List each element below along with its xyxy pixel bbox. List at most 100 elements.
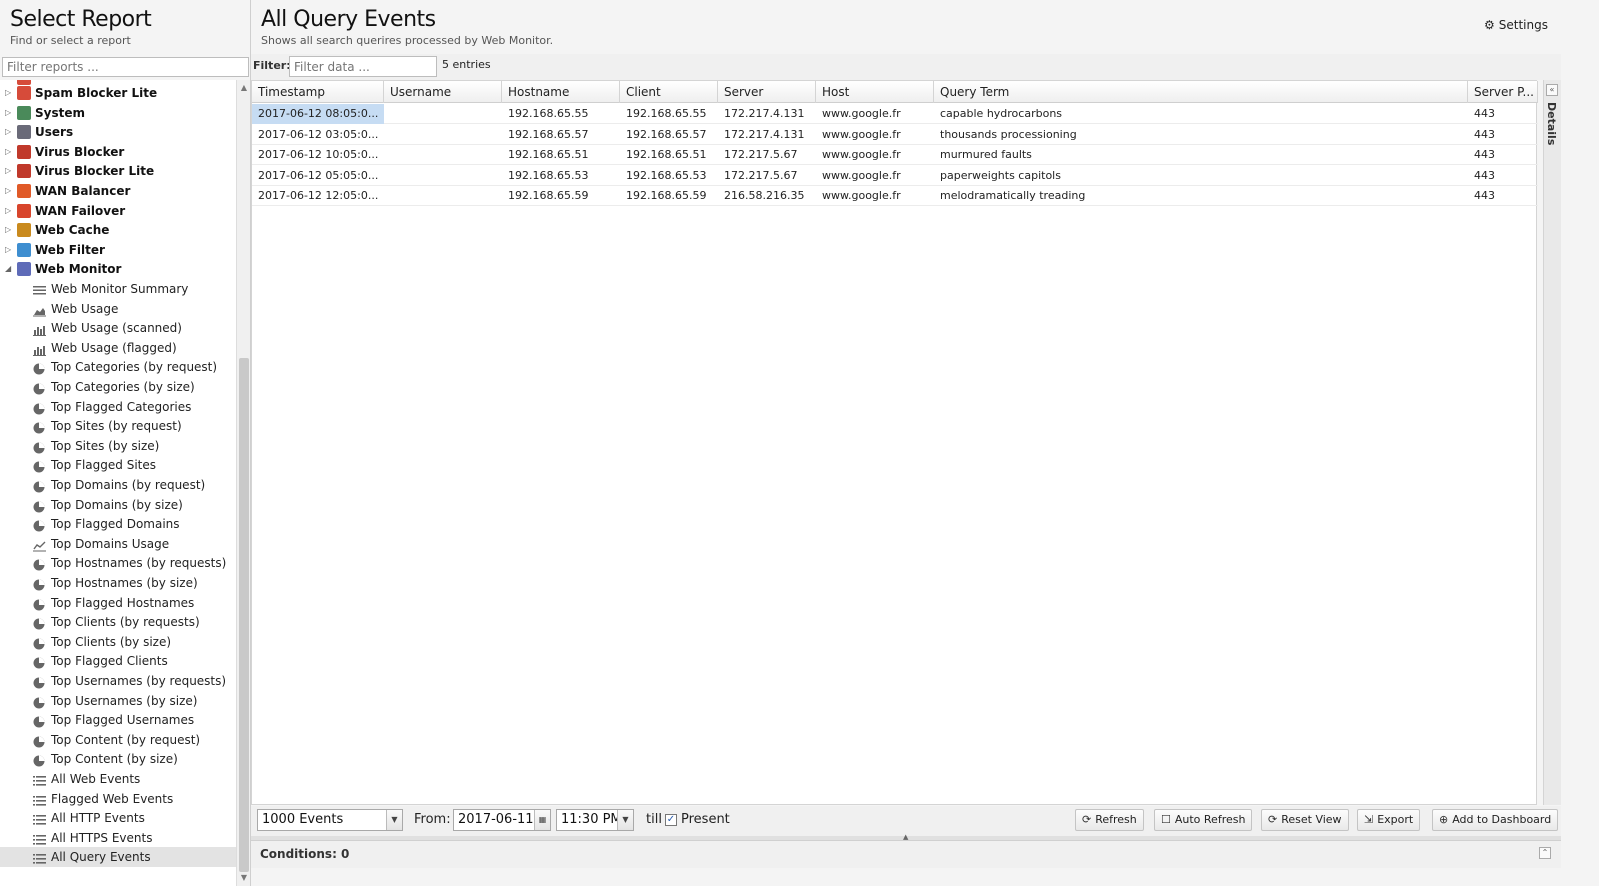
tree-report-item[interactable]: Top Clients (by requests) xyxy=(0,612,236,632)
table-cell[interactable] xyxy=(384,166,502,186)
tree-report-item[interactable]: Web Usage (flagged) xyxy=(0,338,236,358)
tree-report-item[interactable]: Top Hostnames (by size) xyxy=(0,573,236,593)
tree-report-item[interactable]: Top Content (by size) xyxy=(0,749,236,769)
caret-right-icon[interactable]: ▷ xyxy=(5,181,15,201)
column-header[interactable]: Timestamp xyxy=(252,81,384,103)
table-cell[interactable]: 443 xyxy=(1468,125,1538,145)
tree-app-node[interactable]: ▷ WAN Failover xyxy=(0,201,236,221)
column-header[interactable]: Host xyxy=(816,81,934,103)
tree-app-node[interactable]: ▷ WAN Balancer xyxy=(0,181,236,201)
tree-report-item[interactable]: Top Categories (by size) xyxy=(0,377,236,397)
details-panel-collapsed[interactable]: « Details xyxy=(1543,80,1561,805)
tree-report-item[interactable]: Top Hostnames (by requests) xyxy=(0,553,236,573)
table-cell[interactable] xyxy=(384,104,502,124)
tree-app-node[interactable]: ◢ Web Monitor xyxy=(0,259,236,279)
report-filter-input[interactable] xyxy=(2,57,249,77)
column-header[interactable]: Hostname xyxy=(502,81,620,103)
table-cell[interactable]: 192.168.65.57 xyxy=(502,125,620,145)
table-cell[interactable]: thousands processioning xyxy=(934,125,1468,145)
tree-report-item[interactable]: Top Flagged Usernames xyxy=(0,710,236,730)
table-cell[interactable]: 172.217.5.67 xyxy=(718,145,816,165)
table-cell[interactable]: melodramatically treading xyxy=(934,186,1468,206)
caret-right-icon[interactable]: ▷ xyxy=(5,161,15,181)
tree-report-item[interactable]: Top Flagged Categories xyxy=(0,397,236,417)
column-header[interactable]: Server xyxy=(718,81,816,103)
table-cell[interactable]: 192.168.65.55 xyxy=(620,104,718,124)
caret-right-icon[interactable]: ▷ xyxy=(5,240,15,260)
report-tree-scrollbar[interactable]: ▲ ▼ xyxy=(236,80,250,886)
caret-right-icon[interactable]: ▷ xyxy=(5,83,15,103)
caret-down-icon[interactable]: ◢ xyxy=(5,259,15,279)
expand-conditions-icon[interactable]: ⌃ xyxy=(1539,847,1551,859)
tree-report-item[interactable]: Top Domains (by size) xyxy=(0,495,236,515)
auto-refresh-button[interactable]: ☐ Auto Refresh xyxy=(1154,809,1253,831)
tree-report-item[interactable]: All Web Events xyxy=(0,769,236,789)
event-limit-select[interactable]: 1000 Events ▼ xyxy=(257,809,403,831)
caret-right-icon[interactable]: ▷ xyxy=(5,103,15,123)
table-row[interactable]: 2017-06-12 03:05:0... 192.168.65.57 192.16… xyxy=(252,125,1538,145)
column-header[interactable]: Username xyxy=(384,81,502,103)
table-cell[interactable]: 192.168.65.51 xyxy=(620,145,718,165)
table-cell[interactable]: 443 xyxy=(1468,104,1538,124)
table-cell[interactable]: 192.168.65.57 xyxy=(620,125,718,145)
tree-report-item[interactable]: Top Sites (by size) xyxy=(0,436,236,456)
reset-view-button[interactable]: ⟳ Reset View xyxy=(1261,809,1349,831)
tree-app-node[interactable]: ▷ Virus Blocker xyxy=(0,142,236,162)
tree-report-item[interactable]: Top Flagged Sites xyxy=(0,455,236,475)
table-cell[interactable]: www.google.fr xyxy=(816,145,934,165)
table-cell[interactable] xyxy=(384,186,502,206)
table-cell[interactable]: 2017-06-12 10:05:0... xyxy=(252,145,384,165)
tree-report-item[interactable]: All Query Events xyxy=(0,847,236,868)
caret-right-icon[interactable]: ▷ xyxy=(5,201,15,221)
table-cell[interactable]: 192.168.65.59 xyxy=(620,186,718,206)
table-cell[interactable]: www.google.fr xyxy=(816,125,934,145)
column-header[interactable]: Server P... xyxy=(1468,81,1538,103)
tree-report-item[interactable]: Web Usage (scanned) xyxy=(0,318,236,338)
table-cell[interactable] xyxy=(384,125,502,145)
caret-right-icon[interactable]: ▷ xyxy=(5,220,15,240)
settings-button[interactable]: ⚙ Settings xyxy=(1484,18,1548,32)
tree-report-item[interactable]: Flagged Web Events xyxy=(0,789,236,809)
table-cell[interactable]: capable hydrocarbons xyxy=(934,104,1468,124)
table-row[interactable]: 2017-06-12 08:05:0... 192.168.65.55 192.16… xyxy=(252,104,1538,124)
tree-report-item[interactable]: Web Monitor Summary xyxy=(0,279,236,299)
column-header[interactable]: Query Term xyxy=(934,81,1468,103)
tree-app-node[interactable]: ▷ Web Filter xyxy=(0,240,236,260)
calendar-icon[interactable]: ▦ xyxy=(534,810,550,830)
caret-right-icon[interactable]: ▷ xyxy=(5,122,15,142)
refresh-button[interactable]: ⟳ Refresh xyxy=(1075,809,1144,831)
tree-app-node[interactable]: ▷ Spam Blocker Lite xyxy=(0,83,236,103)
table-cell[interactable]: murmured faults xyxy=(934,145,1468,165)
chevron-down-icon[interactable]: ▼ xyxy=(617,810,633,830)
export-button[interactable]: ⇲ Export xyxy=(1357,809,1421,831)
from-time-select[interactable]: 11:30 PM ▼ xyxy=(556,809,634,831)
table-row[interactable]: 2017-06-12 05:05:0... 192.168.65.53 192.16… xyxy=(252,166,1538,186)
expand-details-icon[interactable]: « xyxy=(1546,84,1558,96)
tree-report-item[interactable]: Top Categories (by request) xyxy=(0,357,236,377)
tree-report-item[interactable]: Top Content (by request) xyxy=(0,730,236,750)
tree-report-item[interactable]: Top Usernames (by size) xyxy=(0,691,236,711)
tree-app-node[interactable]: ▷ Virus Blocker Lite xyxy=(0,161,236,181)
tree-report-item[interactable]: Top Domains (by request) xyxy=(0,475,236,495)
table-cell[interactable]: 172.217.4.131 xyxy=(718,104,816,124)
table-cell[interactable]: 2017-06-12 12:05:0... xyxy=(252,186,384,206)
data-filter-input[interactable] xyxy=(289,56,437,77)
scroll-down-arrow-icon[interactable]: ▼ xyxy=(238,872,250,884)
tree-report-item[interactable]: Web Usage xyxy=(0,299,236,319)
tree-app-node[interactable]: ▷ Users xyxy=(0,122,236,142)
table-cell[interactable] xyxy=(384,145,502,165)
table-cell[interactable]: 192.168.65.51 xyxy=(502,145,620,165)
table-cell[interactable]: 172.217.4.131 xyxy=(718,125,816,145)
tree-report-item[interactable]: Top Usernames (by requests) xyxy=(0,671,236,691)
column-header[interactable]: Client xyxy=(620,81,718,103)
caret-right-icon[interactable]: ▷ xyxy=(5,142,15,162)
table-cell[interactable]: 443 xyxy=(1468,186,1538,206)
table-cell[interactable]: 192.168.65.59 xyxy=(502,186,620,206)
tree-report-item[interactable]: Top Flagged Hostnames xyxy=(0,593,236,613)
table-row[interactable]: 2017-06-12 10:05:0... 192.168.65.51 192.16… xyxy=(252,145,1538,165)
tree-app-node[interactable]: ▷ System xyxy=(0,103,236,123)
table-cell[interactable]: www.google.fr xyxy=(816,104,934,124)
table-cell[interactable]: www.google.fr xyxy=(816,186,934,206)
tree-report-item[interactable]: All HTTP Events xyxy=(0,808,236,828)
tree-app-node[interactable]: ▷ Web Cache xyxy=(0,220,236,240)
